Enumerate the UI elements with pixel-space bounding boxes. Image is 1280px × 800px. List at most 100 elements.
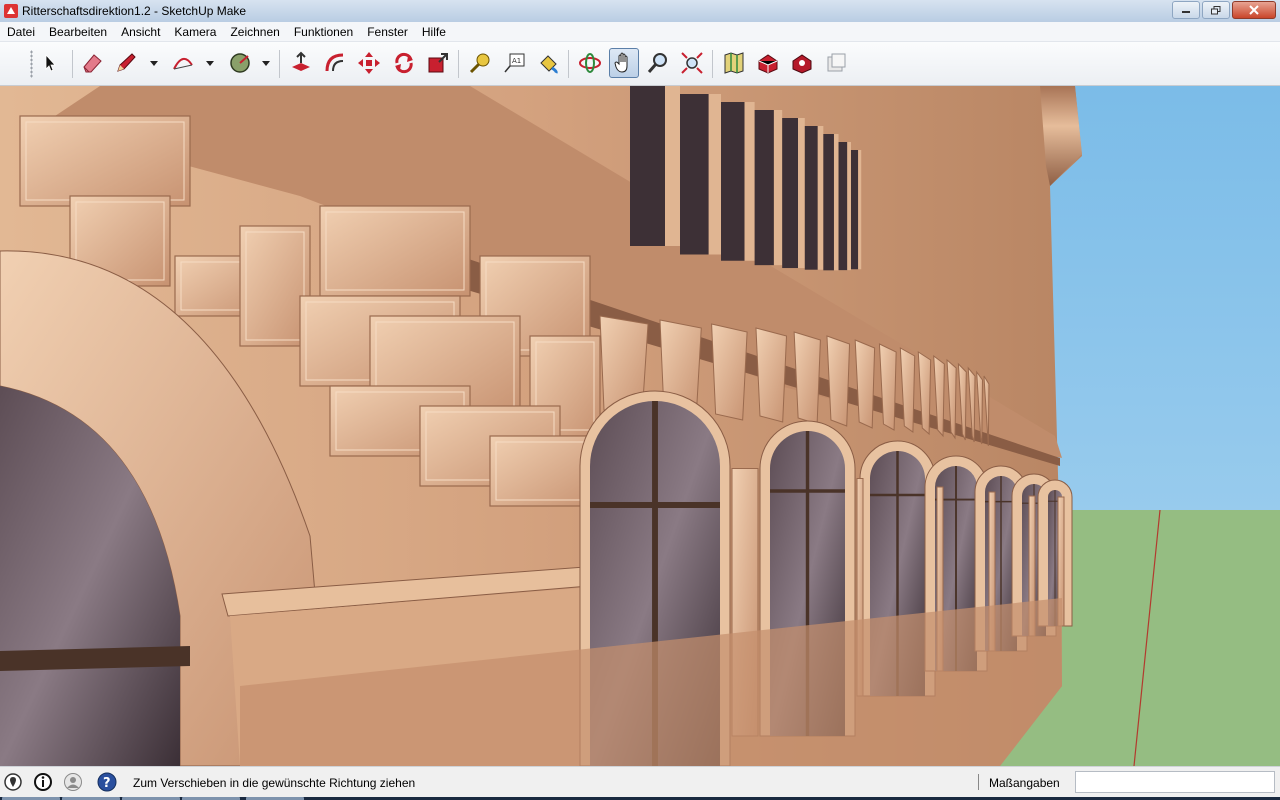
eraser-tool[interactable] [77, 48, 107, 78]
menu-bearbeiten[interactable]: Bearbeiten [42, 22, 114, 42]
main-toolbar: A1 [0, 42, 1280, 86]
upper-window-pier [833, 134, 839, 271]
tape-measure-tool[interactable] [465, 48, 495, 78]
svg-text:?: ? [103, 776, 111, 791]
credits-info-button[interactable] [32, 771, 54, 793]
orbit-icon [579, 53, 601, 73]
upper-window-pier [773, 110, 783, 266]
minimize-button[interactable] [1172, 1, 1200, 19]
text-label-icon: A1 [504, 53, 525, 73]
layout-icon [827, 53, 846, 72]
measurements-field[interactable] [1075, 771, 1275, 793]
upper-window-pier [665, 86, 680, 246]
scale-tool[interactable] [423, 48, 453, 78]
menu-datei[interactable]: Datei [0, 22, 42, 42]
credits-info-icon [34, 773, 52, 791]
send-to-layout-tool[interactable] [821, 48, 851, 78]
upper-window [754, 110, 774, 266]
menu-ansicht[interactable]: Ansicht [114, 22, 167, 42]
chevron-down-icon[interactable] [205, 59, 215, 67]
voussoir-block [793, 331, 821, 425]
upper-window-pier [847, 142, 851, 271]
arrow-cursor-icon [45, 53, 56, 72]
offset-icon [325, 53, 344, 72]
text-tool[interactable]: A1 [499, 48, 529, 78]
pan-tool[interactable] [609, 48, 639, 78]
building-facade-render [0, 86, 1280, 766]
geo-location-tool[interactable] [719, 48, 749, 78]
geolocation-status-button[interactable] [2, 771, 24, 793]
rustication-block [319, 205, 471, 297]
upper-window-pier [744, 102, 755, 261]
menu-zeichnen[interactable]: Zeichnen [223, 22, 286, 42]
push-pull-tool[interactable] [286, 48, 316, 78]
upper-window [721, 102, 745, 261]
upper-window-pier [798, 118, 805, 269]
scale-icon [428, 53, 448, 73]
pencil-icon [117, 53, 136, 72]
close-icon [1249, 5, 1259, 15]
arc-icon [173, 58, 193, 70]
voussoir-block [826, 335, 851, 427]
upper-window [630, 86, 665, 246]
upper-window [680, 94, 709, 255]
chevron-down-icon[interactable] [149, 59, 159, 67]
map-icon [724, 52, 744, 74]
user-account-icon [64, 773, 82, 791]
rotate-icon [395, 52, 413, 74]
upper-window-pier [858, 150, 862, 270]
status-message: Zum Verschieben in die gewünschte Richtu… [133, 776, 416, 790]
paint-bucket-tool[interactable] [533, 48, 563, 78]
upper-window [804, 126, 818, 270]
menu-fenster[interactable]: Fenster [360, 22, 415, 42]
upper-window-pier [817, 126, 824, 270]
move-tool[interactable] [354, 48, 384, 78]
offset-tool[interactable] [320, 48, 350, 78]
paint-bucket-icon [540, 55, 558, 74]
zoom-tool[interactable] [643, 48, 673, 78]
status-bar: ? Zum Verschieben in die gewünschte Rich… [0, 766, 1280, 800]
menu-bar: Datei Bearbeiten Ansicht Kamera Zeichnen… [0, 22, 1280, 42]
upper-window [850, 150, 859, 270]
user-account-button[interactable] [62, 771, 84, 793]
rotate-tool[interactable] [389, 48, 419, 78]
zoom-extents-icon [681, 52, 703, 74]
shape-tool[interactable] [225, 48, 255, 78]
minimize-icon [1182, 11, 1190, 13]
warehouse-icon [758, 54, 778, 74]
restore-button[interactable] [1202, 1, 1230, 19]
extension-warehouse-tool[interactable] [787, 48, 817, 78]
move-arrows-icon [358, 52, 380, 74]
warehouse-tool[interactable] [753, 48, 783, 78]
eraser-icon [83, 54, 102, 73]
toolbar-grip[interactable] [30, 50, 33, 78]
model-viewport[interactable] [0, 86, 1280, 766]
zoom-extents-tool[interactable] [677, 48, 707, 78]
upper-window [782, 118, 799, 269]
arc-tool[interactable] [168, 48, 198, 78]
help-button[interactable]: ? [96, 771, 118, 793]
tape-measure-icon [469, 53, 490, 74]
extension-icon [792, 54, 812, 74]
menu-hilfe[interactable]: Hilfe [415, 22, 453, 42]
window-title: Ritterschaftsdirektion1.2 - SketchUp Mak… [22, 4, 247, 18]
restore-icon [1211, 5, 1221, 14]
menu-funktionen[interactable]: Funktionen [287, 22, 360, 42]
magnifier-icon [647, 53, 667, 73]
select-tool[interactable] [35, 48, 65, 78]
upper-window [823, 134, 834, 271]
hand-icon [614, 52, 628, 73]
push-pull-icon [292, 51, 310, 71]
line-tool[interactable] [111, 48, 141, 78]
measurements-label: Maßangaben [989, 776, 1060, 790]
geolocation-status-icon [4, 773, 22, 791]
voussoir-block [755, 327, 788, 423]
close-button[interactable] [1232, 1, 1276, 19]
voussoir-block [711, 323, 748, 421]
svg-text:A1: A1 [512, 57, 521, 65]
chevron-down-icon[interactable] [261, 59, 271, 67]
circle-icon [230, 53, 250, 73]
menu-kamera[interactable]: Kamera [167, 22, 223, 42]
orbit-tool[interactable] [575, 48, 605, 78]
rustication-block [19, 115, 191, 207]
